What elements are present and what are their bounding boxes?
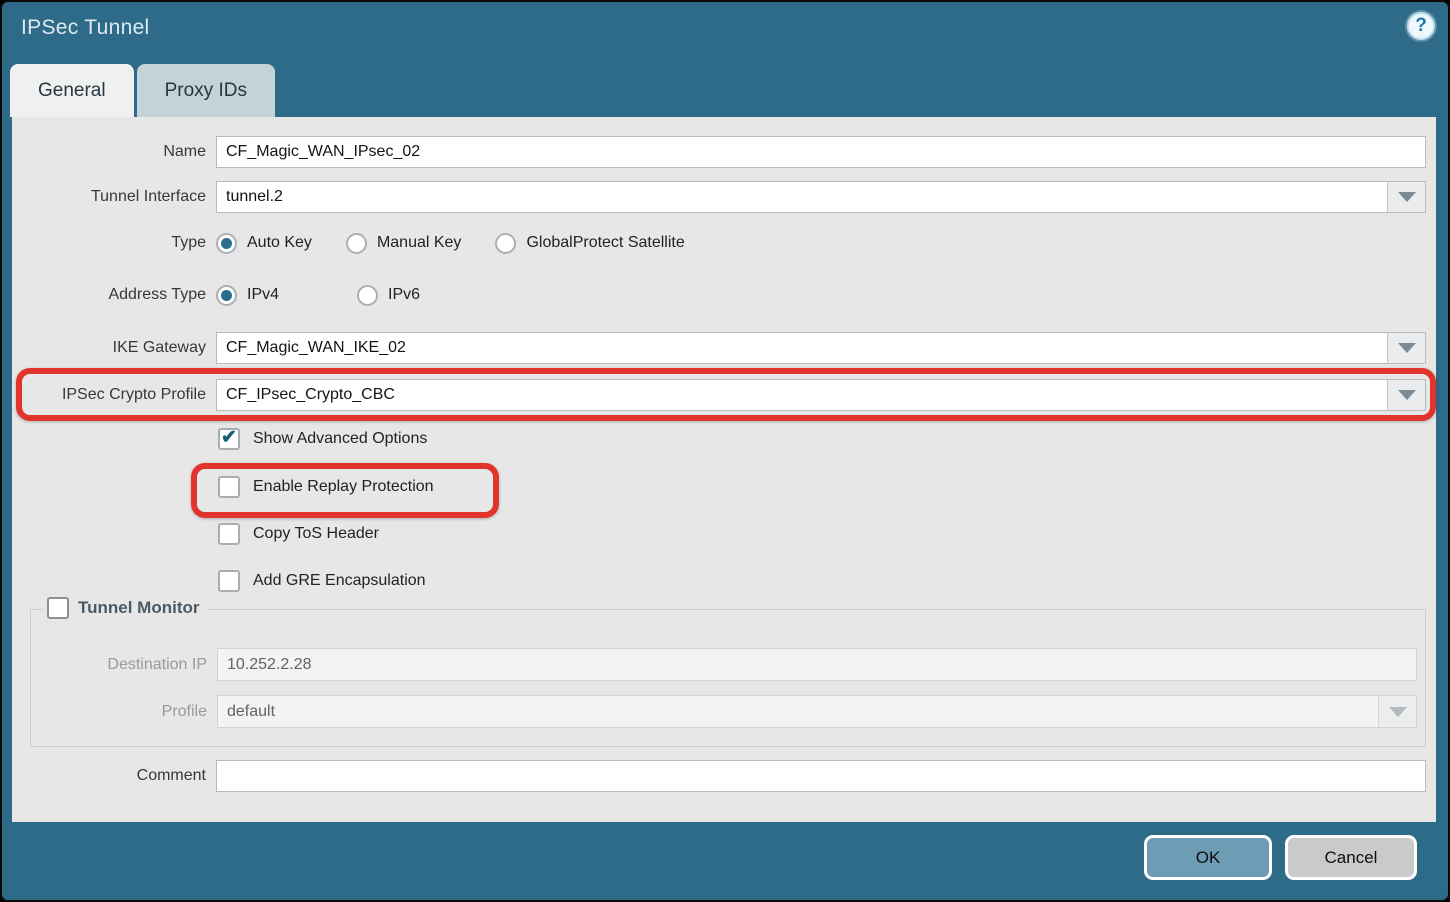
ike-gateway-field [216,332,1426,364]
tunnel-monitor-label: Tunnel Monitor [78,598,200,618]
chevron-down-icon [1398,390,1416,400]
destination-ip-label: Destination IP [31,656,207,674]
ipsec-crypto-profile-dropdown-button[interactable] [1387,380,1425,410]
checkbox-icon[interactable] [218,523,240,545]
dialog-title: IPSec Tunnel [21,16,150,40]
type-option-auto-key[interactable]: Auto Key [216,233,312,254]
ipsec-crypto-profile-field [216,379,1426,411]
name-input[interactable] [217,137,1425,167]
address-type-label: Address Type [12,286,206,304]
general-tab-panel: Name Tunnel Interface Type Auto Key [12,117,1436,822]
radio-icon [495,233,516,254]
address-type-option-ipv4[interactable]: IPv4 [216,285,279,306]
tunnel-interface-row: Tunnel Interface [12,181,1426,213]
name-field [216,136,1426,168]
chevron-down-icon [1389,707,1407,717]
chevron-down-icon [1398,192,1416,202]
tunnel-monitor-checkbox[interactable] [47,597,69,619]
help-icon[interactable]: ? [1407,12,1435,40]
radio-selected-icon [216,285,237,306]
radio-icon [346,233,367,254]
profile-dropdown-button [1378,696,1416,727]
ike-gateway-label: IKE Gateway [12,339,206,357]
checkbox-checked-icon[interactable] [218,428,240,450]
ike-gateway-row: IKE Gateway [12,332,1426,364]
tunnel-monitor-fieldset: Tunnel Monitor Destination IP Profile [30,609,1426,747]
ok-button[interactable]: OK [1144,835,1272,880]
cancel-button[interactable]: Cancel [1285,835,1417,880]
address-type-row: Address Type IPv4 IPv6 [12,283,1426,307]
comment-label: Comment [12,767,206,785]
profile-input [218,696,1378,727]
profile-field [217,695,1417,728]
ipsec-crypto-profile-label: IPSec Crypto Profile [12,386,206,404]
comment-input[interactable] [217,761,1425,791]
tab-general[interactable]: General [10,64,134,117]
tunnel-interface-dropdown-button[interactable] [1387,182,1425,212]
tunnel-interface-label: Tunnel Interface [12,188,206,206]
comment-field [216,760,1426,792]
type-label: Type [12,234,206,252]
add-gre-encapsulation-row[interactable]: Add GRE Encapsulation [216,569,426,593]
chevron-down-icon [1398,343,1416,353]
name-row: Name [12,136,1426,168]
address-type-option-ipv6[interactable]: IPv6 [357,285,420,306]
checkbox-icon[interactable] [218,476,240,498]
ipsec-crypto-profile-input[interactable] [217,380,1387,410]
tab-bar: General Proxy IDs [10,64,278,117]
radio-selected-icon [216,233,237,254]
show-advanced-options-row[interactable]: Show Advanced Options [216,427,427,451]
destination-ip-row: Destination IP [31,648,1417,681]
radio-icon [357,285,378,306]
tunnel-interface-input[interactable] [217,182,1387,212]
ipsec-tunnel-dialog: IPSec Tunnel ? General Proxy IDs Name Tu… [0,0,1450,902]
comment-row: Comment [12,760,1426,792]
type-option-manual-key[interactable]: Manual Key [346,233,462,254]
ipsec-crypto-profile-row: IPSec Crypto Profile [12,379,1426,411]
ike-gateway-dropdown-button[interactable] [1387,333,1425,363]
destination-ip-field [217,648,1417,681]
type-row: Type Auto Key Manual Key GlobalProtect S… [12,231,1426,255]
checkbox-icon[interactable] [218,570,240,592]
tunnel-interface-field [216,181,1426,213]
tab-proxy-ids[interactable]: Proxy IDs [137,64,275,117]
type-option-globalprotect-satellite[interactable]: GlobalProtect Satellite [495,233,684,254]
profile-label: Profile [31,703,207,721]
tunnel-monitor-legend: Tunnel Monitor [43,597,208,619]
copy-tos-header-row[interactable]: Copy ToS Header [216,522,379,546]
name-label: Name [12,143,206,161]
enable-replay-protection-row[interactable]: Enable Replay Protection [216,475,434,499]
profile-row: Profile [31,695,1417,728]
ike-gateway-input[interactable] [217,333,1387,363]
destination-ip-input [218,649,1416,680]
